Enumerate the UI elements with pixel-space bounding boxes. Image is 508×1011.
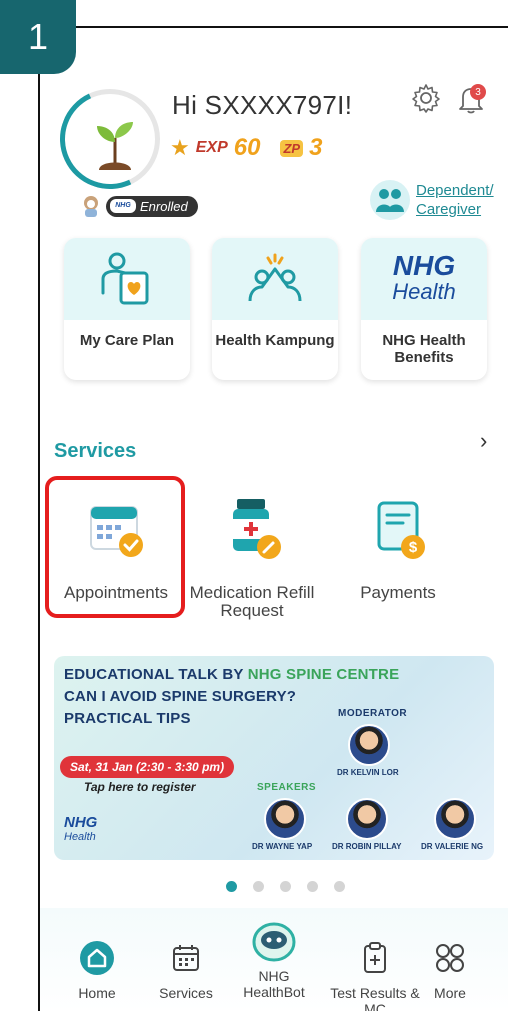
medication-bottle-icon xyxy=(233,499,281,559)
banner-title-line2: CAN I AVOID SPINE SURGERY? xyxy=(64,688,297,705)
banner-title-line1b: NHG SPINE CENTRE xyxy=(247,666,400,683)
medication-refill-label: Medication Refill Request xyxy=(189,583,315,620)
moderator-label: MODERATOR xyxy=(338,708,408,719)
carousel-dot[interactable] xyxy=(334,881,345,892)
nav-more[interactable]: More xyxy=(402,940,498,1001)
nav-healthbot-label: NHG HealthBot xyxy=(243,968,305,1000)
my-care-plan-card[interactable]: My Care Plan xyxy=(64,238,190,380)
speaker-photo xyxy=(434,798,476,840)
carousel-dot[interactable] xyxy=(307,881,318,892)
family-icon[interactable] xyxy=(370,180,410,220)
health-kampung-card[interactable]: Health Kampung xyxy=(212,238,338,380)
step-number-badge: 1 xyxy=(0,0,76,74)
banner-logo-sub: Health xyxy=(64,831,96,843)
services-section-title: Services xyxy=(54,440,137,462)
my-care-plan-label: My Care Plan xyxy=(79,332,175,349)
medication-refill-service[interactable]: Medication Refill Request xyxy=(182,493,322,620)
moderator-photo xyxy=(348,724,390,766)
community-icon xyxy=(248,253,302,302)
home-icon xyxy=(80,941,114,975)
greeting-text: Hi SXXXX797I! xyxy=(172,90,353,120)
speakers-label: SPEAKERS xyxy=(257,782,317,793)
dependent-caregiver-link[interactable]: Dependent/ Caregiver xyxy=(416,181,494,219)
nav-home[interactable]: Home xyxy=(49,940,145,1001)
zp-tag: ZP xyxy=(280,139,304,157)
payments-label: Payments xyxy=(360,583,436,602)
health-kampung-label: Health Kampung xyxy=(215,332,335,349)
chevron-right-icon[interactable]: › xyxy=(480,428,487,454)
gear-icon[interactable] xyxy=(410,82,442,114)
enrolled-label: Enrolled xyxy=(140,198,188,214)
carousel-dot[interactable] xyxy=(280,881,291,892)
promo-banner[interactable]: EDUCATIONAL TALK BY NHG SPINE CENTRE CAN… xyxy=(54,656,494,860)
dependent-label-line2: Caregiver xyxy=(416,201,482,218)
nav-healthbot[interactable]: NHG HealthBot xyxy=(226,916,322,1000)
nhg-health-logo: NHG Health xyxy=(392,250,456,305)
care-plan-icon xyxy=(101,252,149,305)
nav-home-label: Home xyxy=(78,985,116,1001)
carousel-indicator xyxy=(226,881,345,892)
nav-more-label: More xyxy=(434,985,466,1001)
avatar[interactable] xyxy=(60,89,160,189)
exp-tag: EXP xyxy=(195,139,228,156)
nhg-health-benefits-label: NHG Health Benefits xyxy=(382,332,466,366)
nhg-mini-logo: NHG xyxy=(110,198,136,213)
nav-services-label: Services xyxy=(159,985,213,1001)
carousel-dot[interactable] xyxy=(253,881,264,892)
nhg-logo-sub: Health xyxy=(392,279,456,304)
payment-document-icon: $ xyxy=(377,501,425,559)
event-date-pill: Sat, 31 Jan (2:30 - 3:30 pm) xyxy=(60,756,235,778)
register-link[interactable]: Tap here to register xyxy=(84,780,196,794)
mascot-icon xyxy=(84,196,98,217)
banner-logo-main: NHG xyxy=(64,814,98,831)
points-row: ★ EXP 60 ZP 3 xyxy=(170,134,322,162)
moderator-name: DR KELVIN LOR xyxy=(337,768,399,777)
star-icon: ★ xyxy=(170,135,190,160)
banner-title-line1a: EDUCATIONAL TALK BY xyxy=(64,666,248,683)
enrolled-badge: NHG Enrolled xyxy=(106,195,198,217)
speaker-photo xyxy=(264,798,306,840)
banner-title: EDUCATIONAL TALK BY NHG SPINE CENTRE CAN… xyxy=(64,664,399,730)
speaker-photo xyxy=(346,798,388,840)
grid-more-icon xyxy=(436,944,464,972)
calendar-grid-icon xyxy=(173,945,199,971)
speaker-name: DR WAYNE YAP xyxy=(252,842,313,851)
svg-text:$: $ xyxy=(409,539,418,556)
payments-service[interactable]: $ Payments xyxy=(328,493,468,602)
nhg-logo-main: NHG xyxy=(392,250,456,281)
nav-services[interactable]: Services xyxy=(138,940,234,1001)
frame-border-left xyxy=(38,74,40,1011)
speaker-name: DR ROBIN PILLAY xyxy=(332,842,402,851)
exp-value: 60 xyxy=(233,134,261,161)
dependent-label-line1: Dependent/ xyxy=(416,182,494,199)
bottom-navigation: Home Services NHG HealthBot Test Results… xyxy=(40,908,508,1011)
appointments-highlight-box xyxy=(45,476,185,618)
frame-border-top xyxy=(74,26,508,28)
clipboard-plus-icon xyxy=(364,942,386,973)
enrolled-row: NHG Enrolled xyxy=(80,194,198,218)
sprout-icon xyxy=(97,122,133,170)
speaker-name: DR VALERIE NG xyxy=(421,842,484,851)
nhg-health-benefits-card[interactable]: NHG Health NHG Health Benefits xyxy=(361,238,487,380)
healthbot-icon xyxy=(252,922,296,962)
notification-count-badge: 3 xyxy=(470,84,486,100)
carousel-dot[interactable] xyxy=(226,881,237,892)
banner-nhg-logo: NHG Health xyxy=(64,814,98,844)
zp-value: 3 xyxy=(309,134,323,161)
